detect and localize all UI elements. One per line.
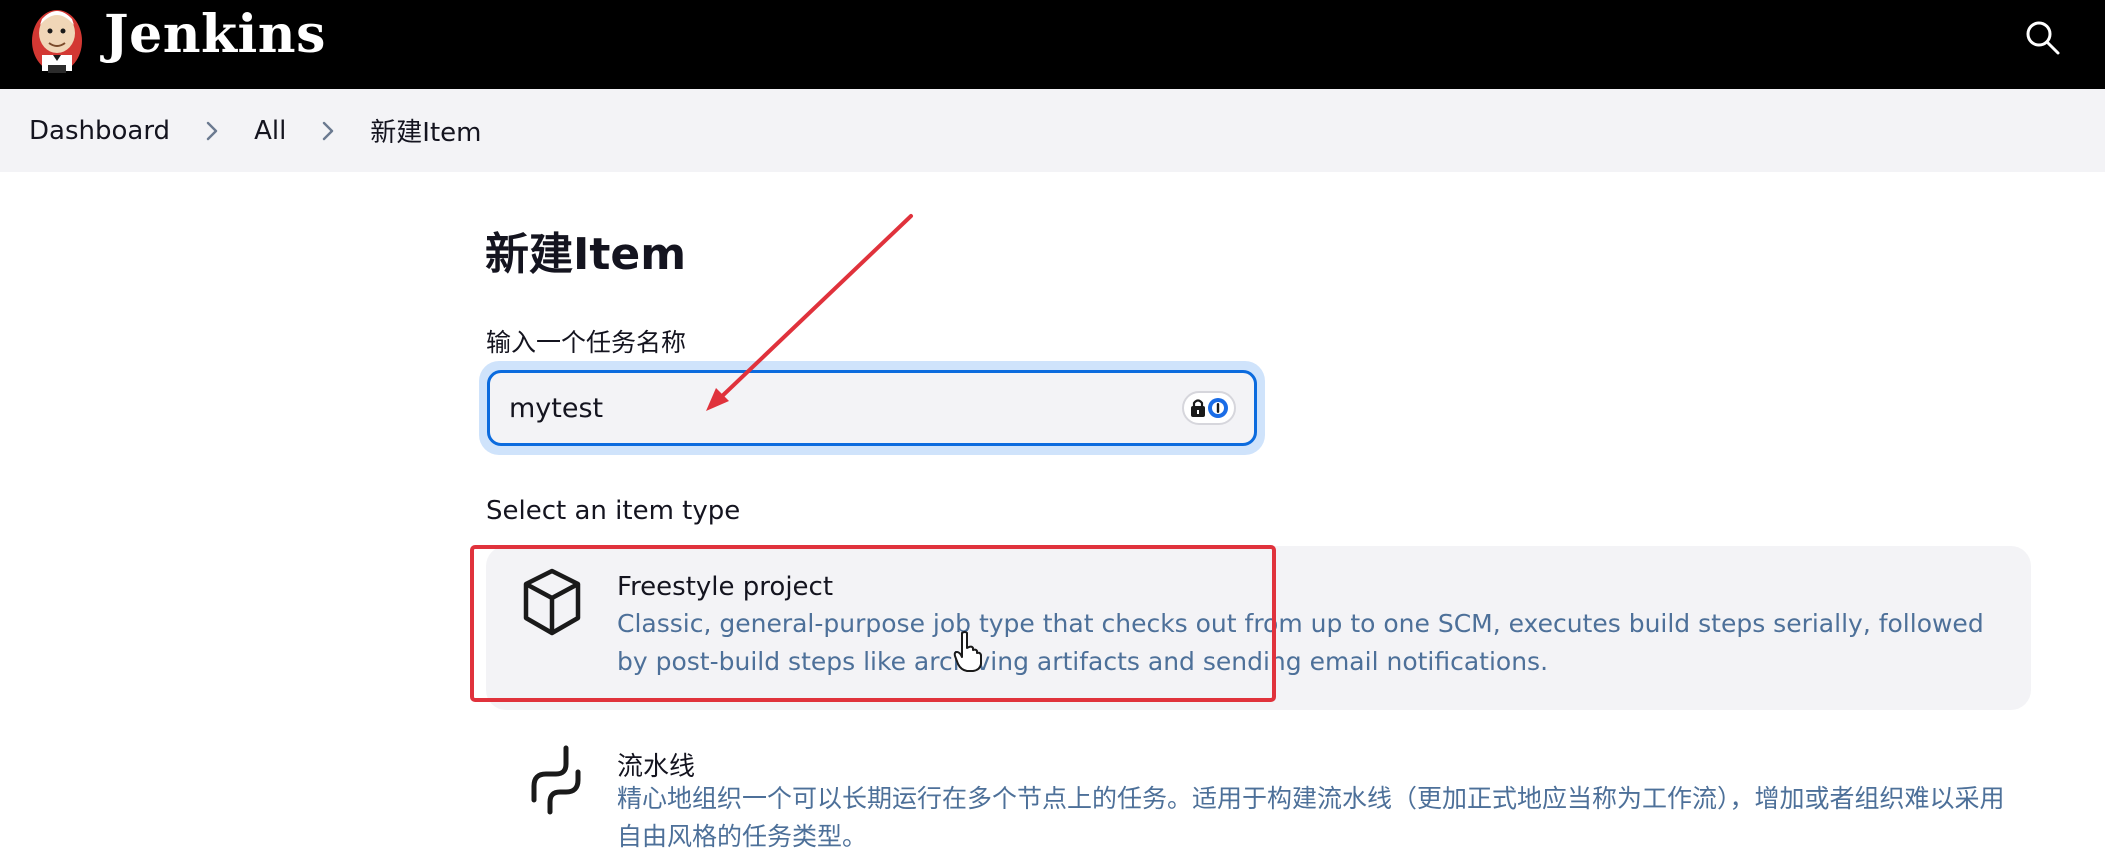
item-type-title: 流水线	[617, 752, 696, 782]
breadcrumb: Dashboard All 新建Item	[0, 89, 2105, 172]
search-icon[interactable]	[2023, 18, 2063, 58]
item-type-label: Select an item type	[486, 496, 741, 526]
page-title: 新建Item	[485, 229, 687, 280]
breadcrumb-all[interactable]: All	[254, 116, 286, 146]
jenkins-logo-icon[interactable]	[28, 3, 86, 75]
item-type-title: Freestyle project	[617, 572, 834, 602]
breadcrumb-new-item[interactable]: 新建Item	[370, 112, 481, 149]
top-navigation-bar: Jenkins	[0, 0, 2105, 89]
password-manager-icon	[1208, 398, 1228, 418]
item-type-pipeline[interactable]: 流水线 精心地组织一个可以长期运行在多个节点上的任务。适用于构建流水线（更加正式…	[486, 730, 2031, 851]
package-cube-icon	[523, 568, 581, 636]
breadcrumb-dashboard[interactable]: Dashboard	[29, 116, 170, 146]
lock-icon	[1191, 399, 1205, 417]
chevron-right-icon[interactable]	[196, 115, 228, 147]
item-type-description: Classic, general-purpose job type that c…	[617, 609, 1984, 676]
password-manager-badge[interactable]	[1182, 391, 1236, 425]
item-name-label: 输入一个任务名称	[486, 328, 687, 357]
item-type-freestyle-project[interactable]: Freestyle project Classic, general-purpo…	[486, 546, 2031, 710]
item-name-input[interactable]	[487, 370, 1257, 446]
pipeline-icon	[531, 745, 581, 815]
brand-name[interactable]: Jenkins	[104, 4, 326, 65]
chevron-right-icon[interactable]	[312, 115, 344, 147]
item-type-description: 精心地组织一个可以长期运行在多个节点上的任务。适用于构建流水线（更加正式地应当称…	[617, 784, 2005, 851]
